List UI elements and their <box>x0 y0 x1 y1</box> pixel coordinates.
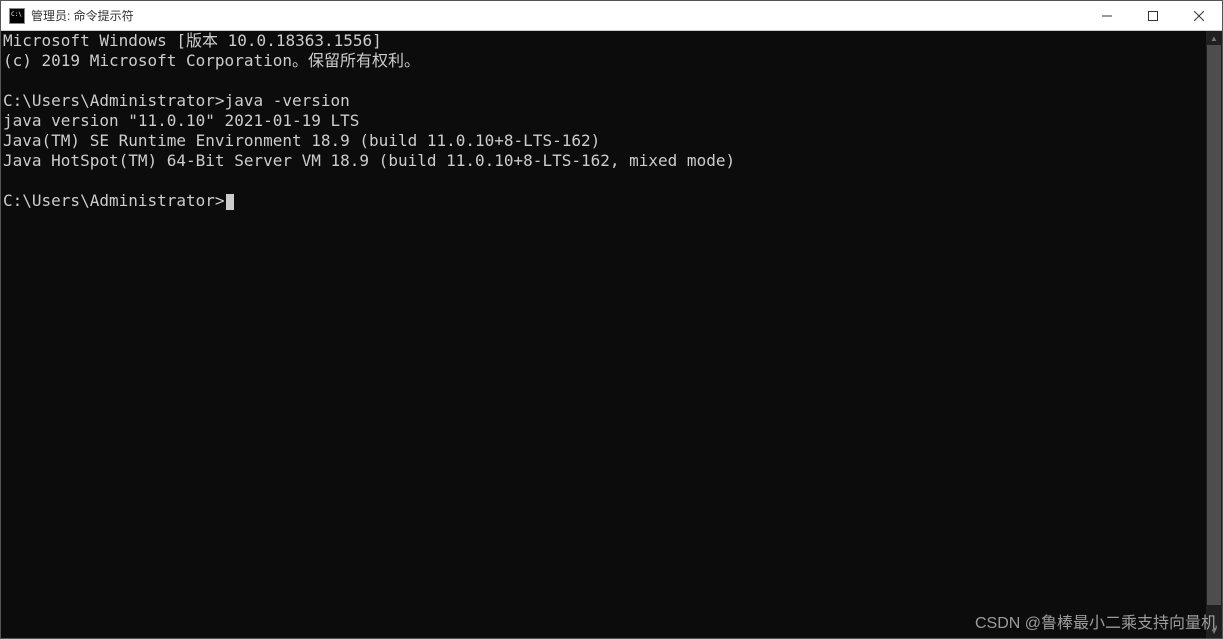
command-prompt-window: 管理员: 命令提示符 Microsoft Windows [版本 10.0.18… <box>0 0 1223 639</box>
close-icon <box>1194 11 1204 21</box>
terminal-prompt: C:\Users\Administrator> <box>3 191 225 210</box>
terminal-output[interactable]: Microsoft Windows [版本 10.0.18363.1556] (… <box>1 31 1206 638</box>
scrollbar[interactable]: ▲ ▼ <box>1206 31 1222 638</box>
content-area: Microsoft Windows [版本 10.0.18363.1556] (… <box>1 31 1222 638</box>
minimize-icon <box>1102 11 1112 21</box>
cmd-icon <box>9 8 25 24</box>
window-controls <box>1084 1 1222 30</box>
titlebar[interactable]: 管理员: 命令提示符 <box>1 1 1222 31</box>
scroll-down-icon[interactable]: ▼ <box>1206 624 1222 638</box>
minimize-button[interactable] <box>1084 1 1130 30</box>
terminal-line: Java(TM) SE Runtime Environment 18.9 (bu… <box>3 131 600 150</box>
maximize-button[interactable] <box>1130 1 1176 30</box>
close-button[interactable] <box>1176 1 1222 30</box>
terminal-line: java version "11.0.10" 2021-01-19 LTS <box>3 111 359 130</box>
scroll-up-icon[interactable]: ▲ <box>1206 31 1222 45</box>
window-title: 管理员: 命令提示符 <box>31 7 1084 24</box>
scroll-thumb[interactable] <box>1207 45 1221 605</box>
terminal-line: Java HotSpot(TM) 64-Bit Server VM 18.9 (… <box>3 151 735 170</box>
terminal-line: Microsoft Windows [版本 10.0.18363.1556] <box>3 31 382 50</box>
terminal-line: (c) 2019 Microsoft Corporation。保留所有权利。 <box>3 51 420 70</box>
terminal-cursor <box>226 194 234 210</box>
maximize-icon <box>1148 11 1158 21</box>
terminal-line: C:\Users\Administrator>java -version <box>3 91 350 110</box>
